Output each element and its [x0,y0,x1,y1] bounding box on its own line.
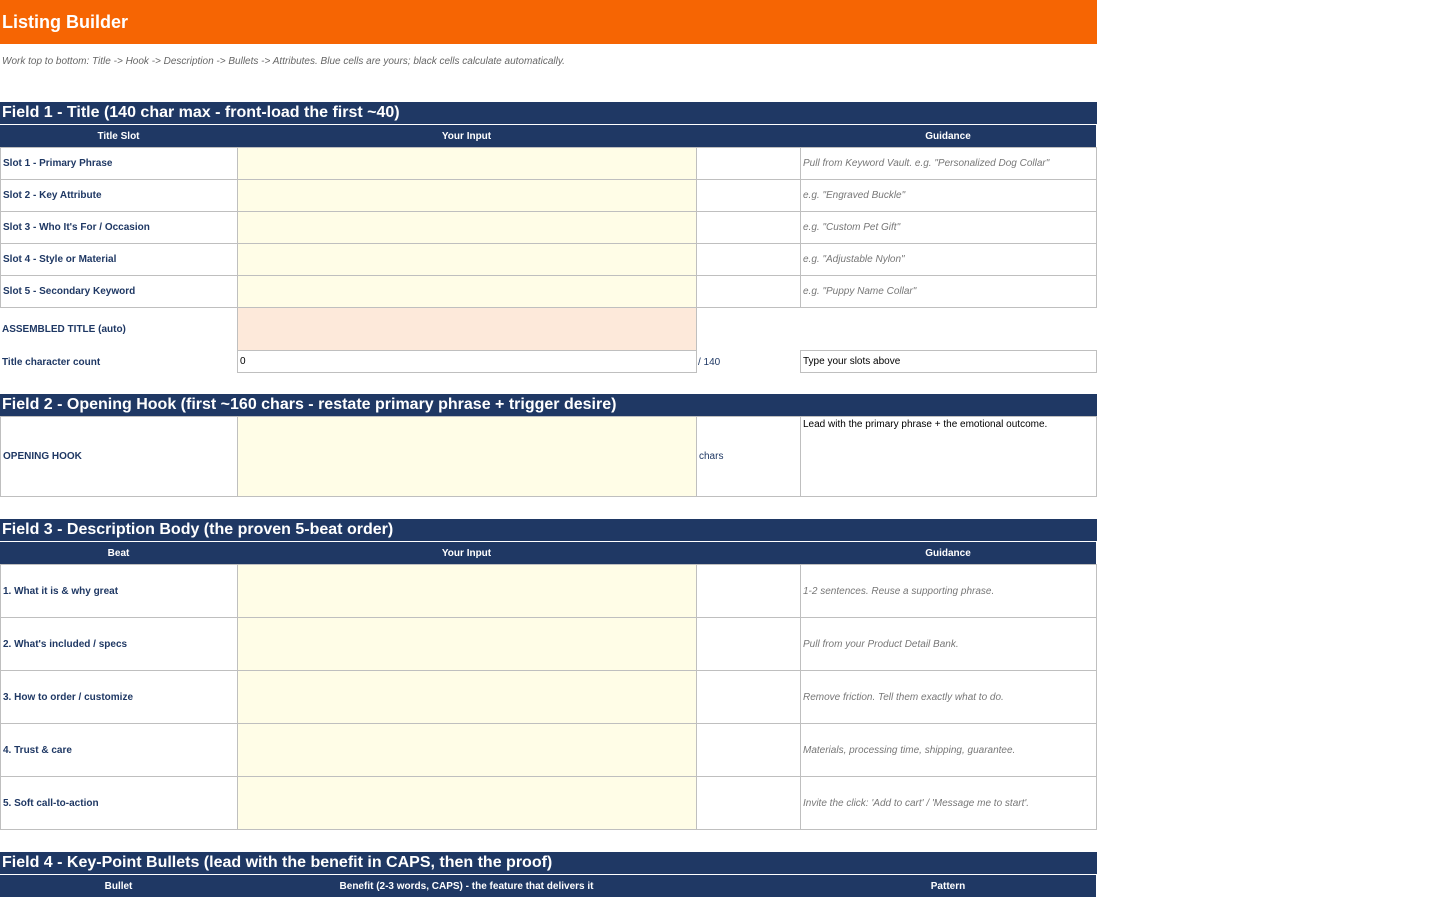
title-slot-guidance: e.g. "Adjustable Nylon" [800,243,1097,276]
beat-guidance: Invite the click: 'Add to cart' / 'Messa… [800,776,1097,830]
beat-input[interactable] [237,776,697,830]
title-slot-label: Slot 4 - Style or Material [0,243,238,276]
beat-input[interactable] [237,723,697,777]
beat-input[interactable] [237,670,697,724]
field4-header-bullet: Bullet [0,874,238,897]
field1-header-blank [696,124,801,147]
title-slot-guidance: Pull from Keyword Vault. e.g. "Personali… [800,147,1097,180]
beat-input[interactable] [237,617,697,671]
field4-header-pattern: Pattern [800,874,1097,897]
beat-extra [696,564,801,618]
beat-guidance: Remove friction. Tell them exactly what … [800,670,1097,724]
beat-guidance: Materials, processing time, shipping, gu… [800,723,1097,777]
title-slot-input[interactable] [237,179,697,212]
title-char-count-label: Title character count [2,356,101,368]
beat-label: 4. Trust & care [0,723,238,777]
field1-section-title: Field 1 - Title (140 char max - front-lo… [0,102,1097,124]
opening-hook-input[interactable] [237,416,697,497]
field4-header-benefit: Benefit (2-3 words, CAPS) - the feature … [237,874,697,897]
page-title: Listing Builder [0,0,1097,44]
beat-input[interactable] [237,564,697,618]
field3-section-title: Field 3 - Description Body (the proven 5… [0,519,1097,541]
title-slot-extra [696,243,801,276]
title-slot-extra [696,179,801,212]
assembled-title-output [237,307,697,351]
title-slot-guidance: e.g. "Engraved Buckle" [800,179,1097,212]
beat-label: 5. Soft call-to-action [0,776,238,830]
beat-extra [696,670,801,724]
beat-extra [696,776,801,830]
title-slot-guidance: e.g. "Puppy Name Collar" [800,275,1097,308]
title-slot-label: Slot 5 - Secondary Keyword [0,275,238,308]
instructions-text: Work top to bottom: Title -> Hook -> Des… [2,56,565,67]
opening-hook-label: OPENING HOOK [0,416,238,497]
title-slot-extra [696,275,801,308]
beat-label: 2. What's included / specs [0,617,238,671]
title-slot-input[interactable] [237,147,697,180]
field3-header-beat: Beat [0,541,238,564]
title-slot-extra [696,211,801,244]
title-char-count-max: / 140 [698,356,721,368]
beat-label: 3. How to order / customize [0,670,238,724]
field3-header-blank [696,541,801,564]
field1-header-slot: Title Slot [0,124,238,147]
beat-guidance: Pull from your Product Detail Bank. [800,617,1097,671]
beat-extra [696,723,801,777]
field4-section-title: Field 4 - Key-Point Bullets (lead with t… [0,852,1097,874]
beat-extra [696,617,801,671]
beat-guidance: 1-2 sentences. Reuse a supporting phrase… [800,564,1097,618]
field3-header-input: Your Input [237,541,697,564]
field1-header-input: Your Input [237,124,697,147]
field3-header-guidance: Guidance [800,541,1097,564]
title-slot-extra [696,147,801,180]
field1-header-guidance: Guidance [800,124,1097,147]
field4-header-blank [696,874,801,897]
opening-hook-chars: chars [696,416,801,497]
opening-hook-guidance: Lead with the primary phrase + the emoti… [800,416,1097,497]
assembled-title-label: ASSEMBLED TITLE (auto) [2,324,126,335]
title-slot-label: Slot 2 - Key Attribute [0,179,238,212]
title-slot-label: Slot 1 - Primary Phrase [0,147,238,180]
title-slot-guidance: e.g. "Custom Pet Gift" [800,211,1097,244]
beat-label: 1. What it is & why great [0,564,238,618]
title-char-count-value: 0 [237,350,697,373]
field2-section-title: Field 2 - Opening Hook (first ~160 chars… [0,394,1097,416]
title-slot-input[interactable] [237,211,697,244]
title-slot-input[interactable] [237,243,697,276]
title-slot-label: Slot 3 - Who It's For / Occasion [0,211,238,244]
title-status-message: Type your slots above [800,350,1097,373]
title-slot-input[interactable] [237,275,697,308]
